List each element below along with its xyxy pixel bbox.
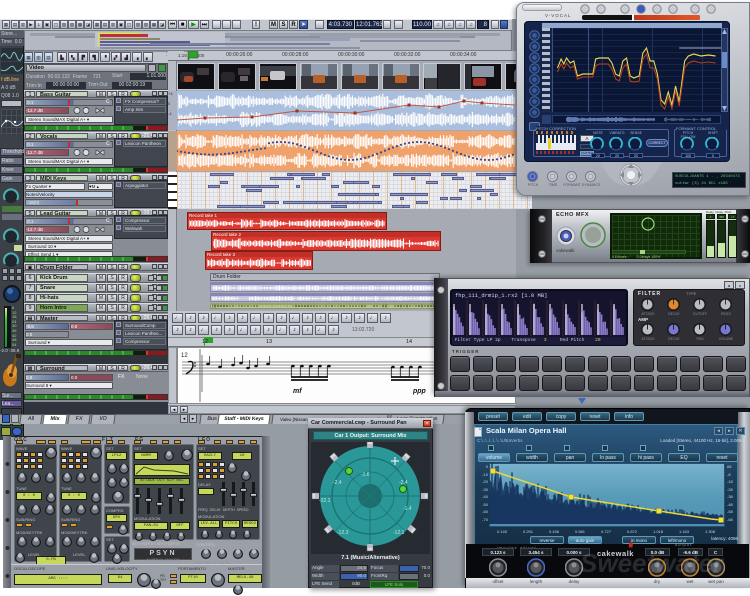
svg-text:ppp: ppp <box>412 388 427 395</box>
svg-text:12: 12 <box>181 353 188 359</box>
svg-text:-1.4: -1.4 <box>403 506 412 512</box>
svg-text:-1.6: -1.6 <box>361 472 370 478</box>
svg-text:-12.3: -12.3 <box>337 530 349 536</box>
svg-text:mf: mf <box>293 388 302 395</box>
svg-text:-12.1: -12.1 <box>393 530 405 536</box>
svg-text:-32.1: -32.1 <box>319 498 331 504</box>
svg-text:-2.4: -2.4 <box>333 480 342 486</box>
svg-text:-2.4: -2.4 <box>399 480 408 486</box>
